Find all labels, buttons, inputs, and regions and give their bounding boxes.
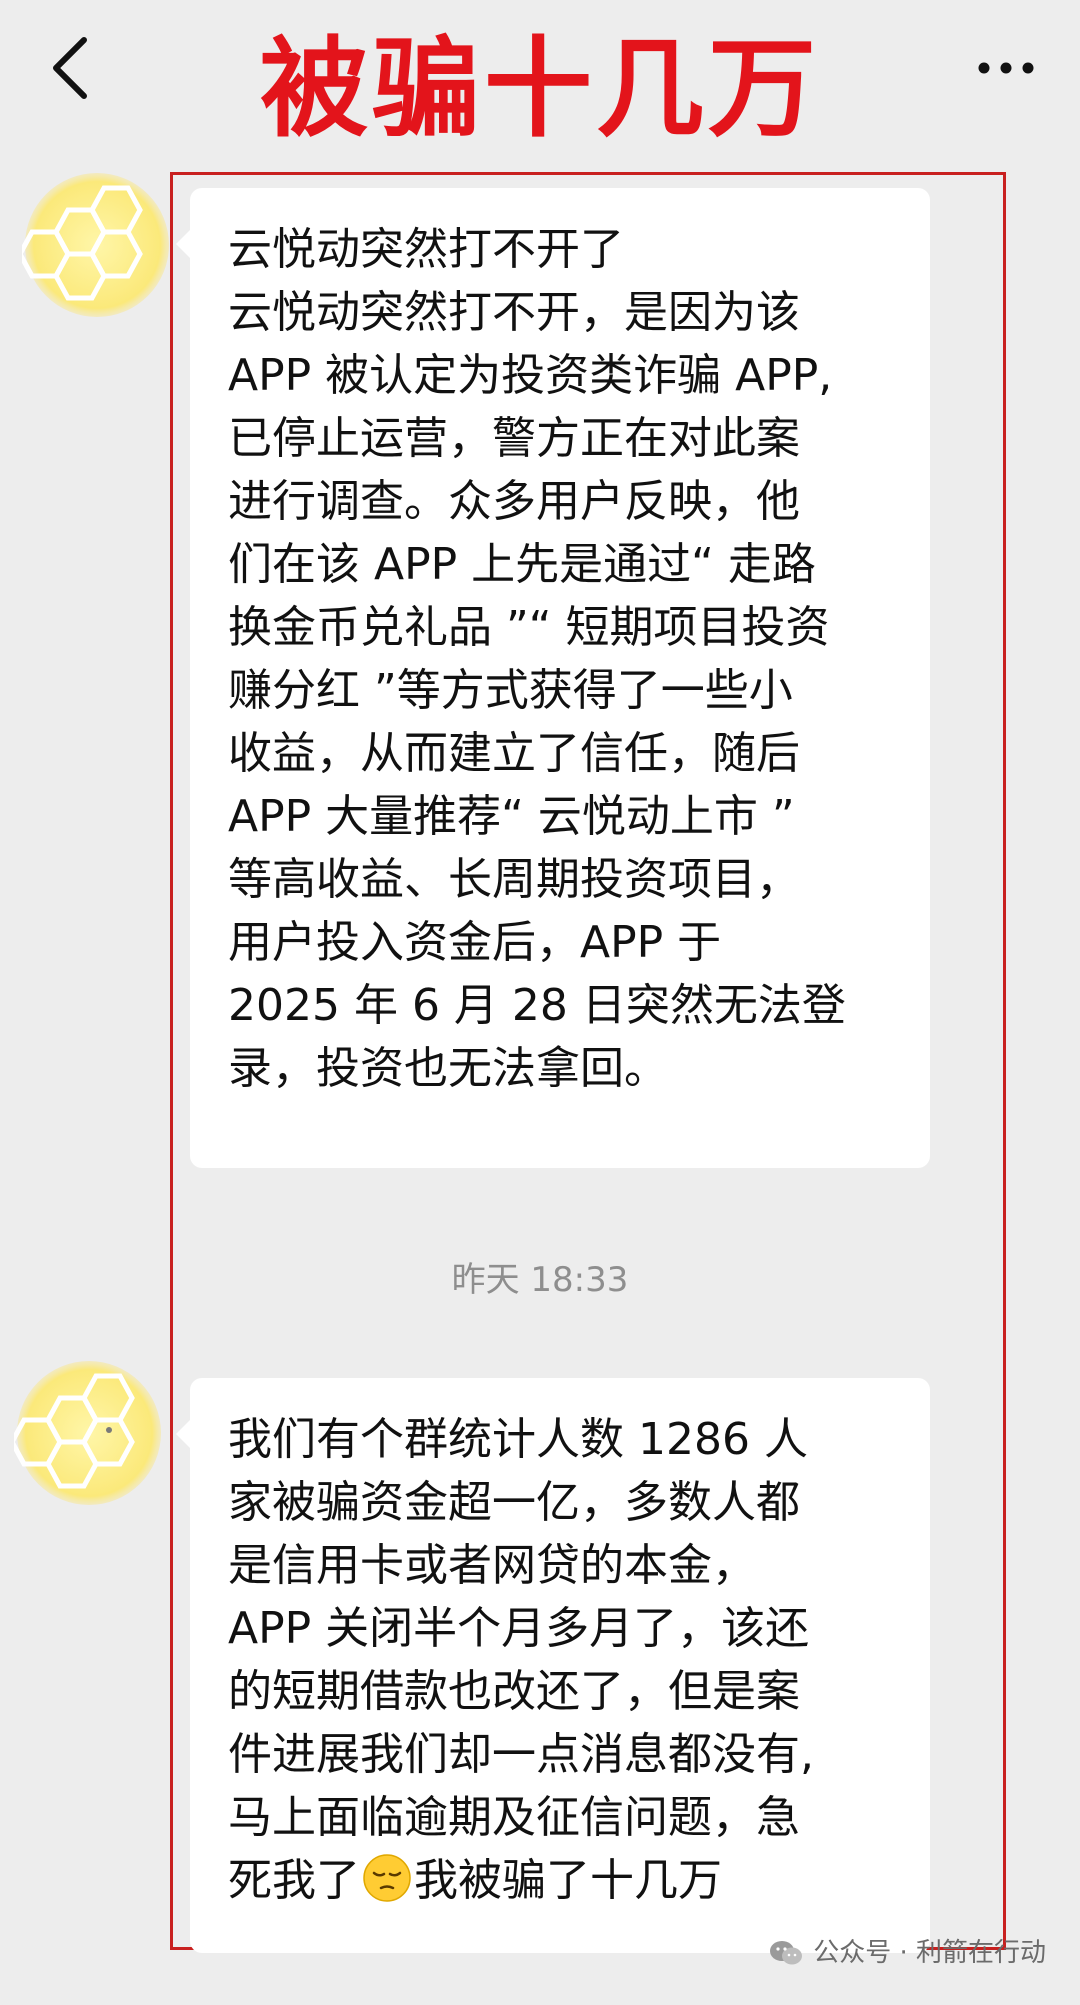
message-line: 云悦动突然打不开了 <box>228 224 624 275</box>
message-line: 用户投入资金后，APP 于 <box>228 917 722 968</box>
message-line: 进行调查。众多用户反映，他 <box>228 476 800 527</box>
message-line: 们在该 APP 上先是通过“ 走路 <box>228 539 816 590</box>
message-line: 等高收益、长周期投资项目， <box>228 854 800 905</box>
message-text: 我被骗了十几万 <box>414 1855 722 1906</box>
pensive-face-emoji-icon <box>363 1854 411 1902</box>
message-timestamp: 昨天 18:33 <box>451 1260 629 1300</box>
page-title: 被骗十几万 <box>259 27 820 152</box>
watermark-text: 公众号 · 利箭在行动 <box>813 1938 1046 1968</box>
message-line: 换金币兑礼品 ”“ 短期项目投资 <box>228 602 830 653</box>
message-line: 家被骗资金超一亿，多数人都 <box>228 1477 800 1528</box>
message-bubble[interactable]: 云悦动突然打不开了 云悦动突然打不开，是因为该 APP 被认定为投资类诈骗 AP… <box>176 188 930 1168</box>
message-line: 已停止运营，警方正在对此案 <box>228 413 800 464</box>
message-line-last: 死我了 我被骗了十几万 <box>228 1849 896 1912</box>
message-line: APP 大量推荐“ 云悦动上市 ” <box>228 791 795 842</box>
message-line: APP 关闭半个月多月了，该还 <box>228 1603 810 1654</box>
message-line: 是信用卡或者网贷的本金， <box>228 1540 756 1591</box>
message-line: 我们有个群统计人数 1286 人 <box>228 1414 808 1465</box>
watermark: 公众号 · 利箭在行动 <box>769 1938 1046 1968</box>
message-line: 收益，从而建立了信任，随后 <box>228 728 800 779</box>
message-line: APP 被认定为投资类诈骗 APP, <box>228 350 833 401</box>
message-line: 赚分红 ”等方式获得了一些小 <box>228 665 793 716</box>
contact-avatar[interactable] <box>14 1358 164 1508</box>
message-text: 死我了 <box>228 1855 360 1906</box>
message-line: 录，投资也无法拿回。 <box>228 1043 668 1094</box>
message-bubble[interactable]: 我们有个群统计人数 1286 人 家被骗资金超一亿，多数人都 是信用卡或者网贷的… <box>176 1378 930 1953</box>
message-line: 件进展我们却一点消息都没有, <box>228 1729 814 1780</box>
more-dots-icon[interactable] <box>976 60 1036 76</box>
message-line: 的短期借款也改还了，但是案 <box>228 1666 800 1717</box>
message-line: 马上面临逾期及征信问题，急 <box>228 1792 800 1843</box>
message-line: 云悦动突然打不开，是因为该 <box>228 287 800 338</box>
message-line: 2025 年 6 月 28 日突然无法登 <box>228 980 846 1031</box>
wechat-icon <box>770 1941 803 1965</box>
contact-avatar[interactable] <box>22 170 172 320</box>
